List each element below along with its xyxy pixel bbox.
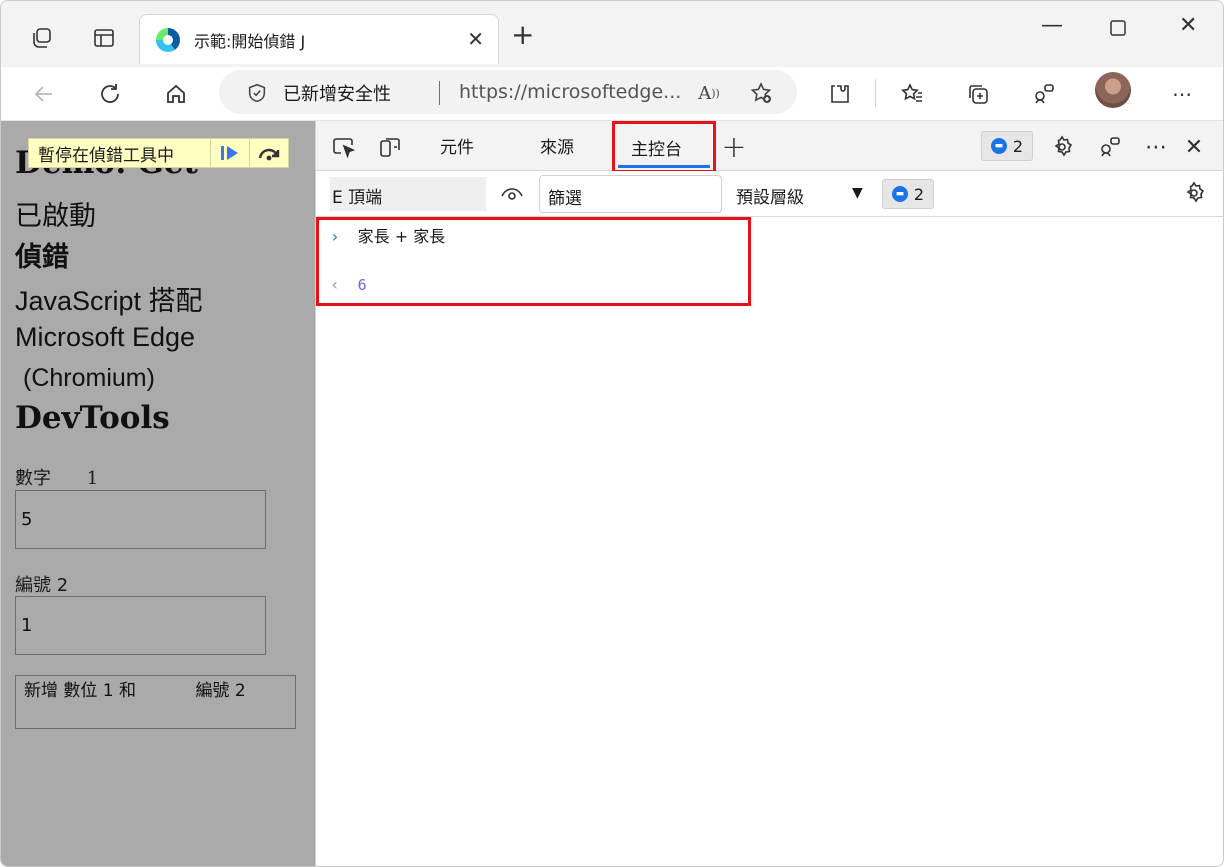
tab-elements[interactable]: 元件: [440, 133, 474, 158]
rendered-page: 暫停在偵錯工具中 Demo: Get 已啟動 偵錯 JavaScript 搭配 …: [1, 121, 315, 866]
collections-icon[interactable]: [961, 77, 995, 111]
address-divider: [439, 81, 440, 105]
refresh-icon[interactable]: [93, 77, 127, 111]
device-emulation-icon[interactable]: [374, 131, 406, 163]
minimize-icon[interactable]: —: [1041, 15, 1063, 37]
log-level-select[interactable]: 預設層級: [736, 183, 804, 208]
tab-sources[interactable]: 來源: [540, 133, 574, 158]
tab-title: 示範:開始偵錯 J: [194, 32, 306, 51]
add-numbers-button-label-2: 編號 2: [195, 681, 246, 701]
toolbar-issues-badge[interactable]: ▬ 2: [882, 179, 934, 209]
edge-logo-icon: [156, 28, 180, 52]
more-tools-plus-icon[interactable]: +: [718, 130, 750, 165]
page-heading-line-6: (Chromium): [23, 364, 155, 392]
browser-tab[interactable]: 示範:開始偵錯 J ✕: [139, 14, 499, 64]
chevron-down-icon[interactable]: ▼: [852, 185, 863, 201]
settings-more-icon[interactable]: ⋯: [1165, 77, 1199, 111]
read-aloud-icon[interactable]: A)): [695, 79, 723, 107]
devtools-tab-bar: 元件 來源 主控台 + ▬ 2 ⋯ ✕: [316, 121, 1223, 173]
vertical-tabs-icon[interactable]: [89, 23, 119, 53]
address-bar[interactable]: 已新增安全性 https://microsoftedge... A)): [219, 70, 797, 114]
number-1-label-text: 數字: [15, 468, 51, 489]
resume-icon[interactable]: [210, 138, 249, 168]
console-toolbar: E 頂端 篩選 預設層級 ▼ ▬ 2: [316, 171, 1223, 217]
issues-count: 2: [1012, 136, 1024, 156]
new-tab-button[interactable]: +: [511, 21, 534, 49]
back-icon[interactable]: [27, 77, 61, 111]
page-heading-line-3: 偵錯: [15, 242, 69, 273]
step-over-icon[interactable]: [249, 138, 288, 168]
number-1-label-num: 1: [86, 468, 99, 489]
close-devtools-icon[interactable]: ✕: [1178, 131, 1210, 163]
shield-icon[interactable]: [243, 79, 271, 107]
add-favorite-icon[interactable]: [747, 79, 775, 107]
extensions-icon[interactable]: [823, 77, 857, 111]
customize-devtools-icon[interactable]: [1094, 131, 1126, 163]
number-2-label: 編號 2: [15, 575, 69, 596]
address-toolbar: 已新增安全性 https://microsoftedge... A)) ⋯: [1, 67, 1223, 121]
page-heading-line-5: Microsoft Edge: [15, 322, 196, 352]
toolbar-separator: [875, 79, 876, 107]
maximize-icon[interactable]: [1109, 19, 1127, 42]
url-text[interactable]: https://microsoftedge...: [459, 81, 681, 103]
add-numbers-button-label: 新增 數位 1 和: [24, 681, 137, 701]
workspaces-icon[interactable]: [27, 23, 57, 53]
live-expression-eye-icon[interactable]: [496, 177, 528, 209]
inspect-element-icon[interactable]: [328, 131, 360, 163]
issues-badge[interactable]: ▬ 2: [981, 131, 1033, 161]
more-options-icon[interactable]: ⋯: [1140, 131, 1172, 163]
number-1-label: 數字 1: [15, 464, 98, 490]
page-heading-line-2: 已啟動: [15, 201, 96, 232]
tab-bar: 示範:開始偵錯 J ✕ + — ✕: [1, 1, 1223, 67]
toolbar-issues-count: 2: [913, 184, 925, 204]
page-heading-line-4: JavaScript 搭配: [15, 286, 203, 316]
browser-window: 示範:開始偵錯 J ✕ + — ✕ 已新增安全性 https://microso…: [0, 0, 1224, 867]
console-filter-input[interactable]: 篩選: [539, 175, 722, 213]
home-icon[interactable]: [159, 77, 193, 111]
paused-label: 暫停在偵錯工具中: [38, 145, 174, 166]
number-2-input[interactable]: 1: [15, 596, 266, 655]
page-heading-line-7: DevTools: [15, 400, 170, 436]
issues-message-icon: ▬: [990, 138, 1007, 154]
paused-in-debugger-overlay: 暫停在偵錯工具中: [28, 138, 289, 168]
devtools-toolbar-icon[interactable]: [1027, 77, 1061, 111]
console-tab-highlight: [612, 121, 716, 173]
number-1-input[interactable]: 5: [15, 490, 266, 549]
profile-avatar[interactable]: [1095, 72, 1131, 108]
context-select[interactable]: E 頂端: [330, 177, 486, 211]
toolbar-issues-message-icon: ▬: [891, 186, 908, 202]
security-label: 已新增安全性: [283, 84, 391, 105]
console-output-highlight: [316, 217, 751, 306]
favorites-icon[interactable]: [895, 77, 929, 111]
add-numbers-button[interactable]: 新增 數位 1 和 編號 2: [15, 675, 296, 729]
devtools-settings-icon[interactable]: [1046, 131, 1078, 163]
close-window-icon[interactable]: ✕: [1179, 15, 1197, 37]
console-settings-icon[interactable]: [1178, 177, 1210, 209]
devtools-panel: 元件 來源 主控台 + ▬ 2 ⋯ ✕ E 頂端 篩選 預設層級 ▼ ▬ 2 ›…: [315, 121, 1223, 866]
tab-close-icon[interactable]: ✕: [467, 27, 484, 51]
